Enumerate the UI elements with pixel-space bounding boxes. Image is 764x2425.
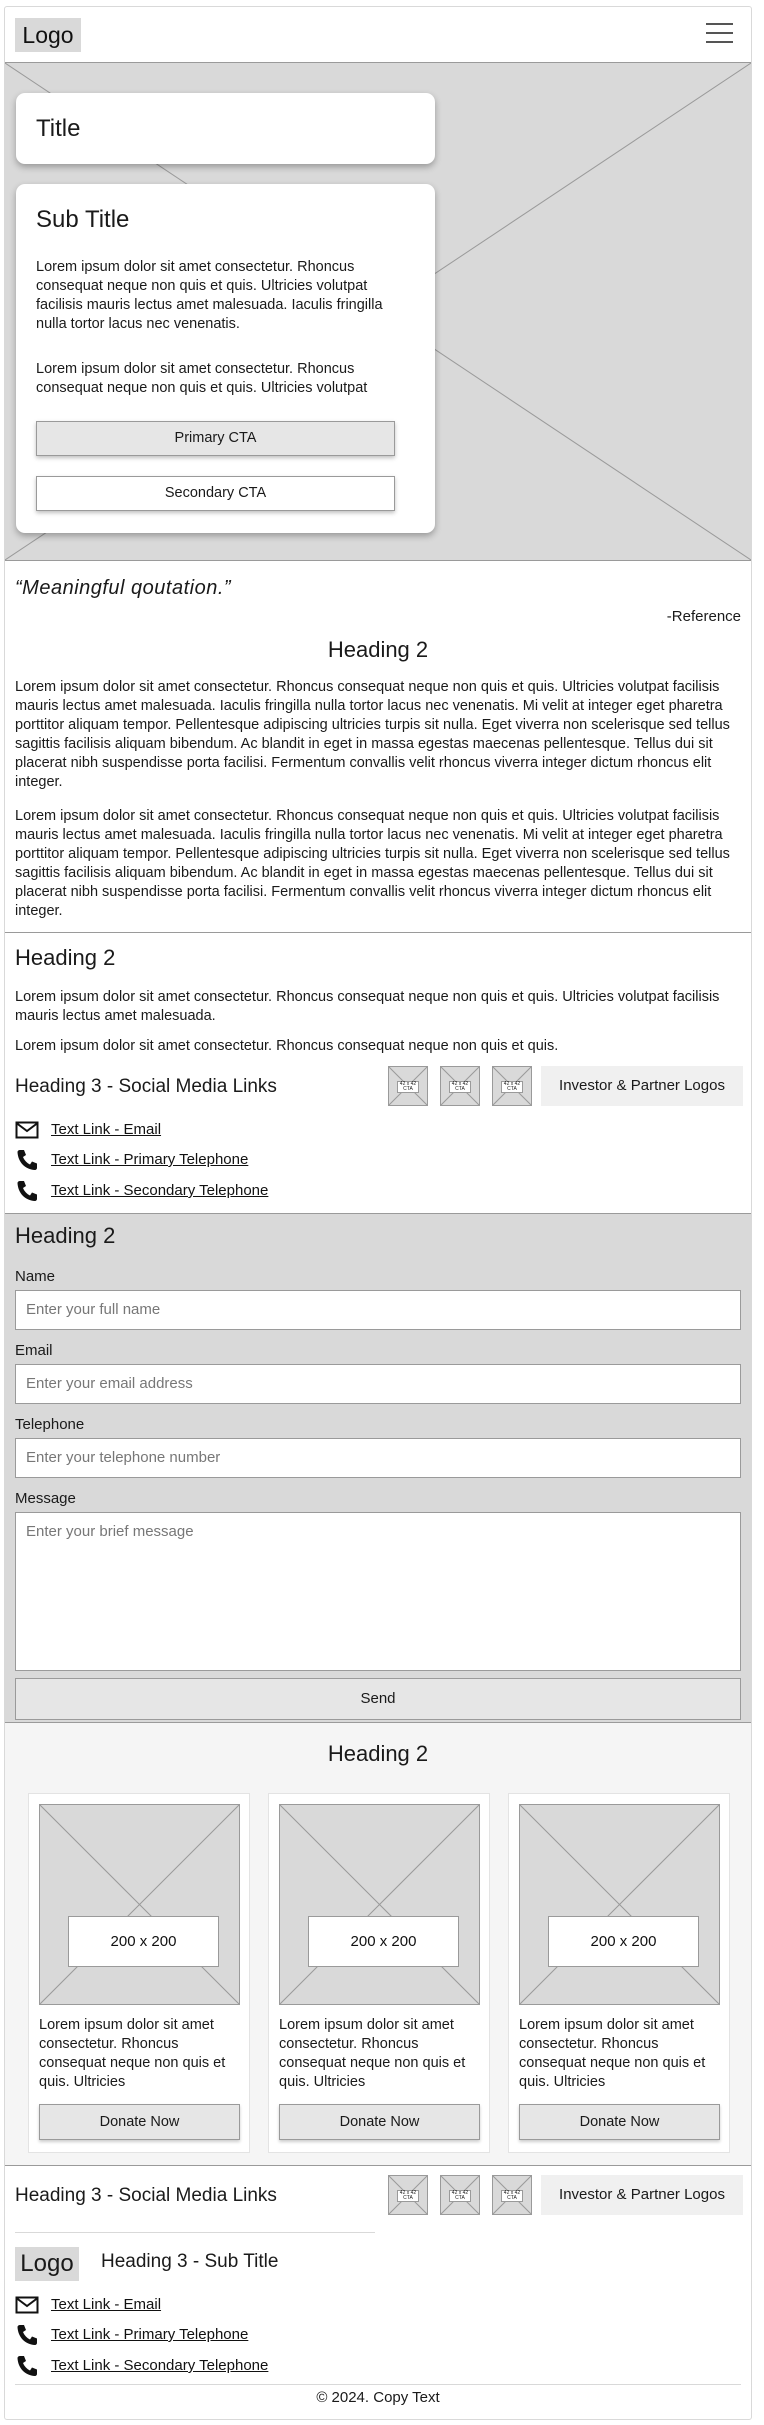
footer-email-link[interactable]: Text Link - Email (51, 2296, 161, 2313)
donate-now-button[interactable]: Donate Now (39, 2104, 240, 2140)
secondary-cta-button[interactable]: Secondary CTA (36, 476, 395, 511)
hero-paragraph-2: Lorem ipsum dolor sit amet consectetur. … (36, 361, 368, 396)
hero-subtitle-card: Sub Title Lorem ipsum dolor sit amet con… (16, 184, 435, 533)
donation-card: 200 x 200 Lorem ipsum dolor sit amet con… (508, 1793, 730, 2153)
social-logo-label: 42 x 42 CTA (501, 2190, 523, 2202)
contact-section: Heading 2 Lorem ipsum dolor sit amet con… (5, 932, 751, 1214)
donation-card: 200 x 200 Lorem ipsum dolor sit amet con… (28, 1793, 250, 2153)
quotation: “Meaningful qoutation.” (15, 577, 232, 599)
site-header: Logo (5, 7, 751, 62)
social-logo-3[interactable]: 42 x 42 CTA (492, 1066, 532, 1106)
name-label: Name (15, 1268, 56, 1285)
phone-icon (17, 1181, 37, 1201)
social-logo-label: 42 x 42 CTA (501, 1081, 523, 1093)
footer-bottom-divider (15, 2384, 741, 2385)
image-size-label: 200 x 200 (548, 1916, 699, 1967)
email-link[interactable]: Text Link - Email (51, 1121, 161, 1138)
donate-now-button[interactable]: Donate Now (279, 2104, 480, 2140)
image-placeholder-icon (520, 1805, 719, 2004)
hero-section: Title Sub Title Lorem ipsum dolor sit am… (5, 62, 751, 561)
footer-social-logo-3[interactable]: 42 x 42 CTA (492, 2175, 532, 2215)
hero-title-card: Title (16, 93, 435, 164)
footer-divider (15, 2232, 375, 2233)
about-paragraph-2: Lorem ipsum dolor sit amet consectetur. … (15, 808, 730, 919)
about-paragraph-1: Lorem ipsum dolor sit amet consectetur. … (15, 679, 730, 790)
donation-card: 200 x 200 Lorem ipsum dolor sit amet con… (268, 1793, 490, 2153)
email-input[interactable]: Enter your email address (15, 1364, 741, 1404)
copyright-text: © 2024. Copy Text (316, 2389, 440, 2406)
frame: Logo Title Sub Title Lorem ipsum dolor s… (0, 0, 764, 2425)
image-placeholder-icon (280, 1805, 479, 2004)
phone-icon (17, 1150, 37, 1170)
hero-title: Title (36, 115, 81, 142)
social-logo-label: 42 x 42 CTA (397, 1081, 419, 1093)
footer-secondary-phone-link[interactable]: Text Link - Secondary Telephone (51, 2357, 268, 2374)
phone-icon (17, 2325, 37, 2345)
phone-icon (17, 2356, 37, 2376)
mail-icon (15, 2296, 39, 2314)
telephone-label: Telephone (15, 1416, 85, 1433)
hamburger-menu-icon[interactable] (706, 23, 733, 44)
social-media-heading: Heading 3 - Social Media Links (15, 1076, 277, 1097)
donate-now-button[interactable]: Donate Now (519, 2104, 720, 2140)
page: Logo Title Sub Title Lorem ipsum dolor s… (4, 6, 752, 2420)
social-logo-label: 42 x 42 CTA (449, 1081, 471, 1093)
donation-section: Heading 2 200 x 200 Lorem ipsum dolor si… (5, 1723, 751, 2166)
about-heading: Heading 2 (327, 637, 429, 662)
primary-phone-link[interactable]: Text Link - Primary Telephone (51, 1151, 248, 1168)
hero-paragraph-1: Lorem ipsum dolor sit amet consectetur. … (36, 259, 383, 332)
footer-social-logo-2[interactable]: 42 x 42 CTA (440, 2175, 480, 2215)
image-placeholder-icon (40, 1805, 239, 2004)
donation-image: 200 x 200 (39, 1804, 240, 2005)
send-button[interactable]: Send (15, 1678, 741, 1720)
hero-subtitle: Sub Title (36, 206, 130, 233)
footer-subtitle: Heading 3 - Sub Title (101, 2251, 279, 2272)
quotation-reference: -Reference (666, 608, 741, 625)
footer-logo[interactable]: Logo (15, 2247, 79, 2281)
donation-image: 200 x 200 (519, 1804, 720, 2005)
form-heading: Heading 2 (15, 1223, 116, 1248)
footer-social-logo-1[interactable]: 42 x 42 CTA (388, 2175, 428, 2215)
name-input[interactable]: Enter your full name (15, 1290, 741, 1330)
donation-text: Lorem ipsum dolor sit amet consectetur. … (279, 2017, 466, 2090)
donation-text: Lorem ipsum dolor sit amet consectetur. … (519, 2017, 706, 2090)
footer-partner-logos: Investor & Partner Logos (541, 2175, 743, 2215)
primary-cta-button[interactable]: Primary CTA (36, 421, 395, 456)
social-logo-2[interactable]: 42 x 42 CTA (440, 1066, 480, 1106)
secondary-phone-link[interactable]: Text Link - Secondary Telephone (51, 1182, 268, 1199)
partner-logos: Investor & Partner Logos (541, 1066, 743, 1106)
footer-social-heading: Heading 3 - Social Media Links (15, 2185, 277, 2206)
donation-image: 200 x 200 (279, 1804, 480, 2005)
contact-paragraph-1: Lorem ipsum dolor sit amet consectetur. … (15, 989, 720, 1024)
message-label: Message (15, 1490, 76, 1507)
donation-heading: Heading 2 (327, 1741, 429, 1766)
contact-heading: Heading 2 (15, 945, 116, 970)
image-size-label: 200 x 200 (308, 1916, 459, 1967)
telephone-input[interactable]: Enter your telephone number (15, 1438, 741, 1478)
message-textarea[interactable]: Enter your brief message (15, 1512, 741, 1671)
mail-icon (15, 1121, 39, 1139)
contact-form: Heading 2 Name Enter your full name Emai… (5, 1214, 751, 1723)
logo[interactable]: Logo (15, 18, 81, 52)
social-logo-1[interactable]: 42 x 42 CTA (388, 1066, 428, 1106)
social-logo-label: 42 x 42 CTA (449, 2190, 471, 2202)
social-logo-label: 42 x 42 CTA (397, 2190, 419, 2202)
email-label: Email (15, 1342, 53, 1359)
donation-text: Lorem ipsum dolor sit amet consectetur. … (39, 2017, 226, 2090)
image-size-label: 200 x 200 (68, 1916, 219, 1967)
site-footer: Heading 3 - Social Media Links 42 x 42 C… (5, 2166, 751, 2419)
contact-paragraph-2: Lorem ipsum dolor sit amet consectetur. … (15, 1038, 559, 1054)
footer-primary-phone-link[interactable]: Text Link - Primary Telephone (51, 2326, 248, 2343)
